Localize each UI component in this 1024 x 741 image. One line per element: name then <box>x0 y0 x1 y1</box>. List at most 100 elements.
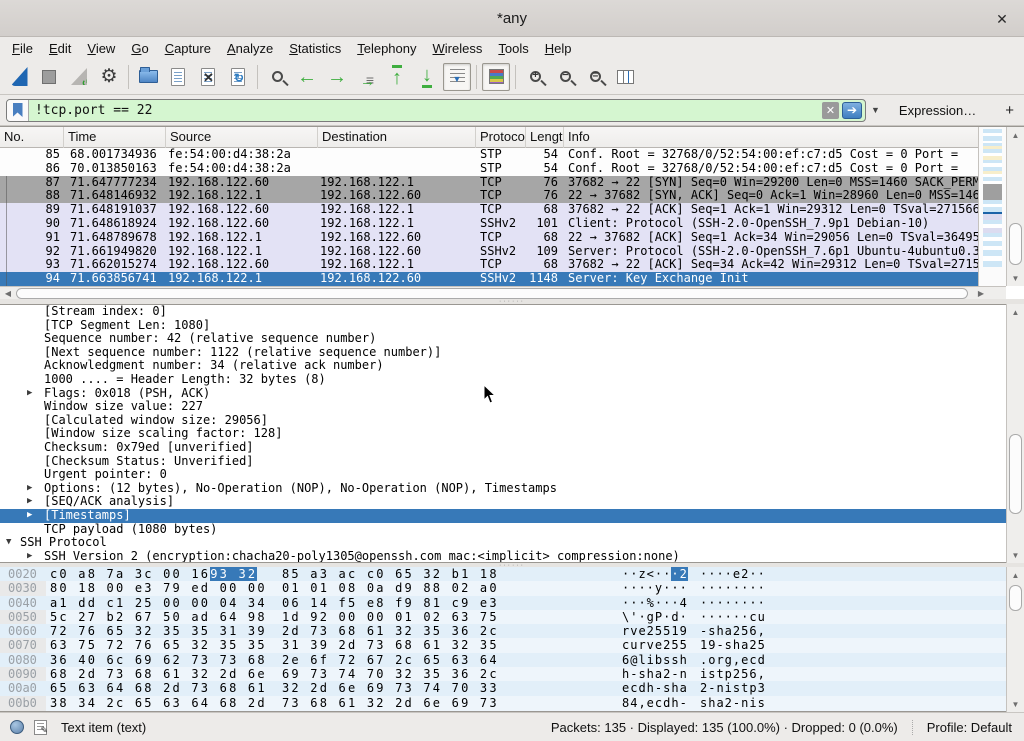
packet-row[interactable]: 9471.663856741192.168.122.1192.168.122.6… <box>0 272 978 286</box>
packet-row[interactable]: 9371.662015274192.168.122.60192.168.122.… <box>0 258 978 272</box>
filter-bookmark-button[interactable] <box>7 100 29 121</box>
go-to-packet-icon[interactable]: → <box>353 63 381 91</box>
hex-row[interactable]: 0020c0 a8 7a 3c 00 16 93 3285 a3 ac c0 6… <box>0 567 1024 581</box>
detail-line[interactable]: ▶Flags: 0x018 (PSH, ACK) <box>0 387 1024 401</box>
packet-list-scrollbar[interactable]: ▲ ▼ <box>1006 127 1024 286</box>
expanded-icon[interactable]: ▼ <box>6 536 11 550</box>
menu-item-telephony[interactable]: Telephony <box>349 39 424 58</box>
expert-info-icon[interactable] <box>10 720 24 734</box>
collapsed-icon[interactable]: ▶ <box>27 495 32 509</box>
menu-item-analyze[interactable]: Analyze <box>219 39 281 58</box>
bytes-scrollbar[interactable]: ▲ ▼ <box>1006 567 1024 712</box>
column-header-time[interactable]: Time <box>64 127 166 148</box>
hscrollbar-thumb[interactable] <box>16 288 968 299</box>
packet-row[interactable]: 9171.648789678192.168.122.1192.168.122.6… <box>0 231 978 245</box>
reload-file-icon[interactable] <box>224 63 252 91</box>
scroll-up-icon[interactable]: ▲ <box>1007 128 1024 142</box>
scrollbar-thumb[interactable] <box>1009 223 1022 265</box>
packet-row[interactable]: 8971.648191037192.168.122.60192.168.122.… <box>0 203 978 217</box>
open-file-icon[interactable] <box>134 63 162 91</box>
zoom-out-icon[interactable] <box>551 63 579 91</box>
scroll-down-icon[interactable]: ▼ <box>1007 697 1024 711</box>
detail-line[interactable]: ▶[SEQ/ACK analysis] <box>0 495 1024 509</box>
hex-row[interactable]: 008036 40 6c 69 62 73 73 682e 6f 72 67 2… <box>0 653 1024 667</box>
filter-apply-button[interactable]: ➔ <box>842 102 862 119</box>
find-packet-icon[interactable] <box>263 63 291 91</box>
scroll-down-icon[interactable]: ▼ <box>1007 271 1024 285</box>
hex-row[interactable]: 00505c 27 b2 67 50 ad 64 981d 92 00 00 0… <box>0 610 1024 624</box>
hex-row[interactable]: 009068 2d 73 68 61 32 2d 6e69 73 74 70 3… <box>0 667 1024 681</box>
detail-line[interactable]: [Checksum Status: Unverified] <box>0 455 1024 469</box>
stop-capture-icon[interactable] <box>35 63 63 91</box>
detail-line[interactable]: Acknowledgment number: 34 (relative ack … <box>0 359 1024 373</box>
filter-dropdown-icon[interactable]: ▼ <box>866 105 885 115</box>
zoom-original-icon[interactable] <box>581 63 609 91</box>
detail-line[interactable]: ▶Options: (12 bytes), No-Operation (NOP)… <box>0 482 1024 496</box>
detail-line[interactable]: 1000 .... = Header Length: 32 bytes (8) <box>0 373 1024 387</box>
collapsed-icon[interactable]: ▶ <box>27 482 32 496</box>
go-forward-icon[interactable]: → <box>323 63 351 91</box>
menu-item-go[interactable]: Go <box>123 39 156 58</box>
menu-item-file[interactable]: File <box>4 39 41 58</box>
capture-comment-icon[interactable] <box>34 720 47 735</box>
scroll-up-icon[interactable]: ▲ <box>1007 305 1024 319</box>
column-header-source[interactable]: Source <box>166 127 318 148</box>
go-first-icon[interactable]: ↑ <box>383 63 411 91</box>
packet-row[interactable]: 9271.661949820192.168.122.1192.168.122.6… <box>0 245 978 259</box>
detail-line[interactable]: Sequence number: 42 (relative sequence n… <box>0 332 1024 346</box>
menu-item-tools[interactable]: Tools <box>490 39 536 58</box>
hex-row[interactable]: 00a065 63 64 68 2d 73 68 6132 2d 6e 69 7… <box>0 681 1024 695</box>
detail-line[interactable]: ▶[Timestamps] <box>0 509 1024 523</box>
detail-line[interactable]: [Window size scaling factor: 128] <box>0 427 1024 441</box>
collapsed-icon[interactable]: ▶ <box>27 387 32 401</box>
filter-clear-button[interactable]: ✕ <box>822 102 839 119</box>
close-icon[interactable]: ✕ <box>992 9 1012 29</box>
zoom-in-icon[interactable] <box>521 63 549 91</box>
start-capture-icon[interactable] <box>5 63 33 91</box>
packet-row[interactable]: 9071.648618924192.168.122.60192.168.122.… <box>0 217 978 231</box>
hex-row[interactable]: 0040a1 dd c1 25 00 00 04 3406 14 f5 e8 f… <box>0 596 1024 610</box>
column-header-no[interactable]: No. <box>0 127 64 148</box>
packet-row[interactable]: 8568.001734936fe:54:00:d4:38:2aSTP54Conf… <box>0 148 978 162</box>
detail-line[interactable]: [TCP Segment Len: 1080] <box>0 319 1024 333</box>
collapsed-icon[interactable]: ▶ <box>27 509 32 523</box>
detail-line[interactable]: Checksum: 0x79ed [unverified] <box>0 441 1024 455</box>
menu-item-help[interactable]: Help <box>537 39 580 58</box>
scrollbar-thumb[interactable] <box>1009 585 1022 611</box>
status-profile[interactable]: Profile: Default <box>913 720 1024 735</box>
details-scrollbar[interactable]: ▲ ▼ <box>1006 304 1024 563</box>
detail-line[interactable]: ▼SSH Protocol <box>0 536 1024 550</box>
scroll-down-icon[interactable]: ▼ <box>1007 548 1024 562</box>
auto-scroll-icon[interactable] <box>443 63 471 91</box>
restart-capture-icon[interactable] <box>65 63 93 91</box>
colorize-icon[interactable] <box>482 63 510 91</box>
go-last-icon[interactable]: ↓ <box>413 63 441 91</box>
capture-options-icon[interactable]: ⚙ <box>95 63 123 91</box>
scroll-up-icon[interactable]: ▲ <box>1007 568 1024 582</box>
packet-row[interactable]: 8871.648146932192.168.122.1192.168.122.6… <box>0 189 978 203</box>
packet-row[interactable]: 8670.013850163fe:54:00:d4:38:2aSTP54Conf… <box>0 162 978 176</box>
collapsed-icon[interactable]: ▶ <box>27 550 32 563</box>
menu-item-statistics[interactable]: Statistics <box>281 39 349 58</box>
display-filter-input[interactable]: !tcp.port == 22 <box>29 103 822 118</box>
hex-row[interactable]: 007063 75 72 76 65 32 35 3531 39 2d 73 6… <box>0 638 1024 652</box>
detail-line[interactable]: [Calculated window size: 29056] <box>0 414 1024 428</box>
filter-add-button[interactable]: + <box>1005 102 1014 119</box>
detail-line[interactable]: [Stream index: 0] <box>0 305 1024 319</box>
hex-row[interactable]: 00b038 34 2c 65 63 64 68 2d73 68 61 32 2… <box>0 696 1024 710</box>
hex-row[interactable]: 006072 76 65 32 35 35 31 392d 73 68 61 3… <box>0 624 1024 638</box>
save-file-icon[interactable] <box>164 63 192 91</box>
detail-line[interactable]: Window size value: 227 <box>0 400 1024 414</box>
expression-button[interactable]: Expression… <box>899 103 976 118</box>
packet-minimap[interactable] <box>978 127 1006 286</box>
menu-item-wireless[interactable]: Wireless <box>425 39 491 58</box>
go-back-icon[interactable]: ← <box>293 63 321 91</box>
column-header-protocol[interactable]: Protocol <box>476 127 526 148</box>
detail-line[interactable]: TCP payload (1080 bytes) <box>0 523 1024 537</box>
menu-item-edit[interactable]: Edit <box>41 39 79 58</box>
packet-row[interactable]: 8771.647777234192.168.122.60192.168.122.… <box>0 176 978 190</box>
resize-columns-icon[interactable] <box>611 63 639 91</box>
close-file-icon[interactable] <box>194 63 222 91</box>
menu-item-capture[interactable]: Capture <box>157 39 219 58</box>
hex-row[interactable]: 003080 18 00 e3 79 ed 00 0001 01 08 0a d… <box>0 581 1024 595</box>
